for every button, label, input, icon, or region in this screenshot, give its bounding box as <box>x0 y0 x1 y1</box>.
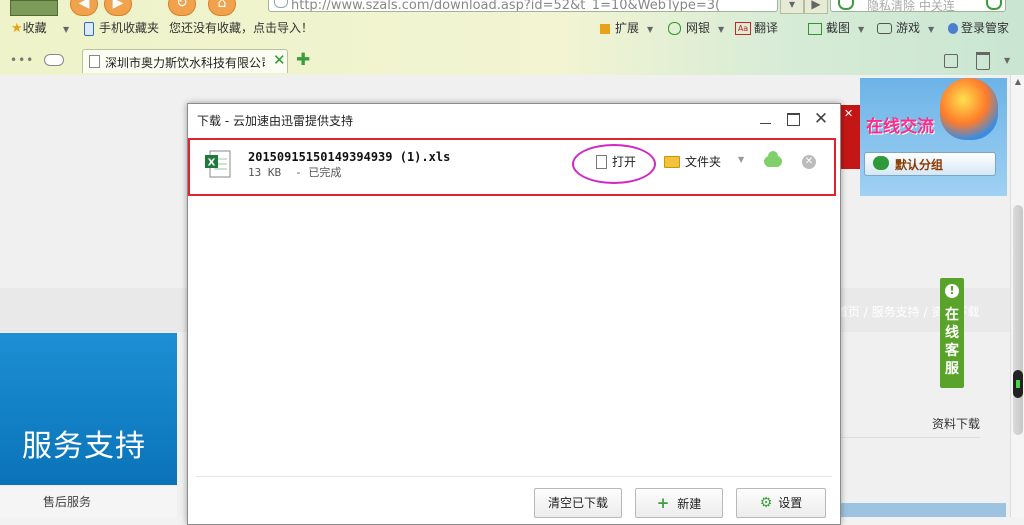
address-dropdown-button[interactable]: ▾ <box>780 0 804 14</box>
scroll-up-icon[interactable]: ▲ <box>1011 77 1024 89</box>
minimize-icon <box>760 123 771 124</box>
puzzle-icon <box>600 23 610 34</box>
balloon-icon <box>940 78 998 140</box>
maximize-button[interactable] <box>782 108 804 130</box>
close-icon: ✕ <box>844 107 854 120</box>
after-sales-link[interactable]: 售后服务 <box>43 493 91 510</box>
browser-chrome: ◀ ▶ ↻ ⌂ http://www.szals.com/download.as… <box>0 0 1024 76</box>
user-icon <box>948 23 958 34</box>
login-manager-button[interactable]: 登录管家 <box>948 20 1009 36</box>
dialog-title: 下载 - 云加速由迅雷提供支持 <box>197 114 353 128</box>
netbank-button[interactable]: 网银 ▼ <box>668 20 724 36</box>
plus-icon: + <box>656 494 670 512</box>
back-button[interactable]: ◀ <box>70 0 98 16</box>
divider <box>196 476 832 477</box>
go-button[interactable]: ▶ <box>804 0 828 14</box>
download-dialog: 下载 - 云加速由迅雷提供支持 ✕ X 20150915150149394939… <box>187 103 841 525</box>
search-input[interactable]: 隐私清除 中关连 <box>830 0 1006 12</box>
tab-szals[interactable]: 深圳市奥力斯饮水科技有限公司 ✕ <box>82 49 288 73</box>
download-list <box>194 200 836 478</box>
settings-button[interactable]: ⚙ 设置 <box>736 488 826 518</box>
online-service-button[interactable]: ! 在线客服 <box>940 278 964 388</box>
phone-icon <box>84 21 94 36</box>
chat-icon <box>873 156 889 170</box>
more-icon[interactable]: ••• <box>10 53 34 67</box>
divider <box>830 437 980 438</box>
screenshot-button[interactable]: 截图 ▼ <box>808 20 864 36</box>
default-group-button[interactable]: 默认分组 <box>864 152 996 176</box>
service-support-banner: 服务支持 <box>0 333 177 485</box>
translate-icon: Aa <box>735 22 751 35</box>
scrollbar-grip[interactable] <box>1013 370 1023 398</box>
content-banner <box>836 503 1006 517</box>
downloads-heading: 资料下载 <box>932 417 981 431</box>
page-icon <box>89 55 100 68</box>
alert-icon: ! <box>945 284 959 298</box>
shield-icon <box>668 22 681 35</box>
import-favorites-link[interactable]: 您还没有收藏，点击导入！ <box>169 20 313 36</box>
chevron-down-icon[interactable]: ▼ <box>1004 56 1010 65</box>
home-button[interactable]: ⌂ <box>208 0 236 16</box>
cloud-sync-icon[interactable] <box>44 54 64 66</box>
page-scrollbar[interactable]: ▲ <box>1010 75 1024 517</box>
extensions-button[interactable]: 扩展 ▼ <box>600 20 653 36</box>
star-icon: ★ <box>11 20 23 36</box>
chevron-down-icon[interactable]: ▼ <box>63 22 69 38</box>
new-download-button[interactable]: + 新建 <box>635 488 723 518</box>
window-thumbnail[interactable] <box>10 0 58 16</box>
games-button[interactable]: 游戏 ▼ <box>877 20 934 36</box>
favorites-button[interactable]: ★收藏 <box>11 20 47 36</box>
minimize-button[interactable] <box>754 108 776 130</box>
forward-button[interactable]: ▶ <box>104 0 132 16</box>
gear-icon: ⚙ <box>759 495 773 511</box>
scrollbar-thumb[interactable] <box>1013 205 1023 435</box>
refresh-button[interactable]: ↻ <box>168 0 196 16</box>
gamepad-icon <box>877 23 892 34</box>
restore-tab-icon[interactable] <box>944 54 958 68</box>
online-chat-widget[interactable]: 在线交流 默认分组 <box>860 78 1007 196</box>
maximize-icon <box>787 113 800 126</box>
address-bar[interactable]: http://www.szals.com/download.asp?id=52&… <box>268 0 778 12</box>
new-tab-icon[interactable]: ✚ <box>296 50 310 70</box>
trash-icon[interactable] <box>976 52 990 70</box>
highlight-frame <box>188 138 836 196</box>
scissors-icon <box>808 22 822 35</box>
clear-downloaded-button[interactable]: 清空已下载 <box>534 488 622 518</box>
close-dialog-button[interactable]: ✕ <box>810 108 832 130</box>
close-chat-widget-button[interactable]: ✕ <box>838 105 860 169</box>
mobile-favorites-link[interactable]: 手机收藏夹 <box>84 20 159 36</box>
translate-button[interactable]: Aa 翻译 <box>735 20 778 36</box>
close-tab-icon[interactable]: ✕ <box>273 51 286 69</box>
